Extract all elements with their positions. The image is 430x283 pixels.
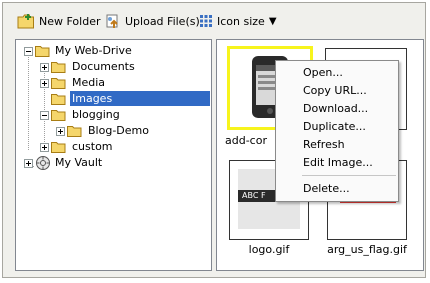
new-folder-label: New Folder — [39, 14, 101, 28]
icon-size-label: Icon size — [217, 14, 265, 28]
context-menu: Open... Copy URL... Download... Duplicat… — [275, 60, 399, 202]
folder-icon — [51, 78, 66, 89]
new-folder-icon — [17, 14, 34, 29]
tree-item-web-drive[interactable]: My Web-Drive — [53, 43, 134, 58]
collapse-toggle-web-drive[interactable] — [24, 47, 33, 56]
menu-item-refresh[interactable]: Refresh — [303, 136, 345, 153]
vault-icon — [36, 156, 50, 170]
upload-files-button[interactable]: Upload File(s) — [105, 13, 200, 29]
menu-item-download[interactable]: Download... — [303, 100, 368, 117]
tree-item-vault[interactable]: My Vault — [53, 155, 104, 170]
menu-item-delete[interactable]: Delete... — [303, 180, 350, 197]
tree-item-blog-demo[interactable]: Blog-Demo — [86, 123, 151, 138]
tree-item-images[interactable]: Images — [70, 91, 210, 106]
chevron-down-icon: ▼ — [268, 15, 277, 27]
folder-open-icon — [51, 110, 66, 121]
tree-item-documents[interactable]: Documents — [70, 59, 137, 74]
expand-toggle-documents[interactable] — [40, 63, 49, 72]
icon-size-dropdown[interactable]: Icon size ▼ — [199, 13, 277, 29]
folder-icon — [51, 142, 66, 153]
folder-open-icon — [35, 46, 50, 57]
new-folder-button[interactable]: New Folder — [17, 13, 100, 29]
upload-files-label: Upload File(s) — [125, 14, 200, 28]
folder-icon — [67, 126, 82, 137]
menu-item-duplicate[interactable]: Duplicate... — [303, 118, 366, 135]
expand-toggle-custom[interactable] — [40, 143, 49, 152]
expand-toggle-media[interactable] — [40, 79, 49, 88]
file-name[interactable]: arg_us_flag.gif — [322, 243, 412, 256]
expand-toggle-vault[interactable] — [24, 159, 33, 168]
folder-tree: My Web-Drive Documents Media Images blog… — [15, 39, 212, 271]
file-name[interactable]: logo.gif — [224, 243, 314, 256]
menu-separator — [302, 175, 396, 176]
menu-item-edit-image[interactable]: Edit Image... — [303, 154, 373, 171]
tree-item-blogging[interactable]: blogging — [70, 107, 122, 122]
upload-icon — [106, 14, 118, 28]
expand-toggle-blog-demo[interactable] — [56, 127, 65, 136]
icon-size-icon — [200, 15, 212, 27]
menu-item-copy-url[interactable]: Copy URL... — [303, 82, 367, 99]
tree-item-custom[interactable]: custom — [70, 139, 115, 154]
folder-open-icon — [51, 94, 66, 105]
menu-item-open[interactable]: Open... — [303, 64, 343, 81]
toolbar: New Folder Upload File(s) Icon size ▼ — [3, 3, 425, 36]
tree-item-media[interactable]: Media — [70, 75, 107, 90]
folder-icon — [51, 62, 66, 73]
collapse-toggle-blogging[interactable] — [40, 111, 49, 120]
tree-connector — [28, 54, 29, 150]
